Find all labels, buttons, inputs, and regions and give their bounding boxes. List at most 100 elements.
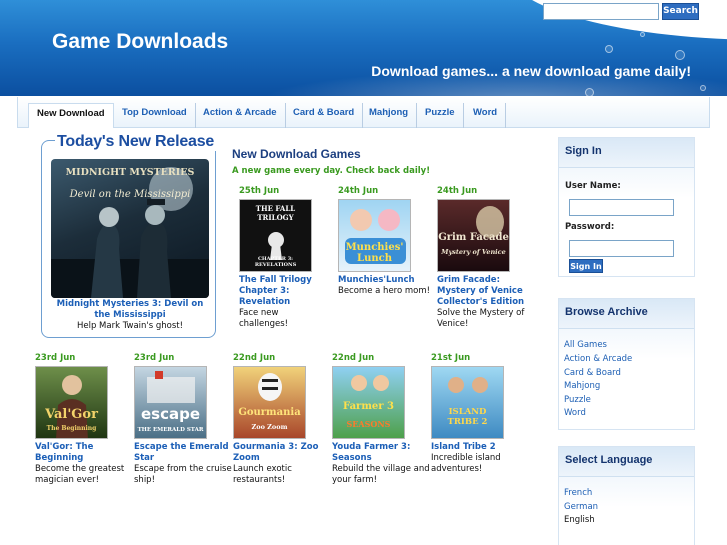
signin-heading: Sign In [559, 138, 694, 168]
tab-action-arcade[interactable]: Action & Arcade [195, 103, 286, 128]
game-description: Become a hero mom! [338, 286, 431, 296]
archive-heading: Browse Archive [559, 299, 694, 329]
language-option-german[interactable]: German [564, 502, 598, 512]
game-date: 22nd Jun [332, 353, 375, 363]
game-title-link[interactable]: Munchies'Lunch [338, 275, 436, 286]
archive-link-all-games[interactable]: All Games [564, 340, 607, 350]
thumb-subtitle: The Beginning [46, 425, 97, 432]
release-title-link[interactable]: Midnight Mysteries 3: Devil on the Missi… [50, 299, 210, 321]
todays-release-heading: Today's New Release [55, 133, 217, 151]
game-date: 22nd Jun [233, 353, 276, 363]
game-thumbnail[interactable]: Grim Facade Mystery of Venice [437, 199, 510, 272]
signin-button[interactable]: Sign In [569, 259, 603, 273]
game-thumbnail[interactable]: Gourmania Zoo Zoom [233, 366, 306, 439]
game-thumbnail[interactable]: THE FALL TRILOGY CHAPTER 3: REVELATIONS [239, 199, 312, 272]
game-card: 21st Jun ISLAND TRIBE 2 Island Tribe 2 I… [431, 353, 529, 475]
game-card: 22nd Jun Gourmania Zoo Zoom Gourmania 3:… [233, 353, 331, 486]
release-logo-subtitle: Devil on the Mississippi [69, 189, 191, 200]
thumb-title: Gourmania [238, 407, 301, 418]
tribe-icon [448, 377, 488, 393]
signin-panel: Sign In User Name: Password: Sign In [558, 137, 695, 277]
game-date: 24th Jun [338, 186, 379, 196]
thumb-subtitle: THE EMERALD STAR [137, 427, 204, 433]
thumb-title: Munchies' Lunch [345, 242, 404, 264]
game-card: 23rd Jun Val'Gor The Beginning Val'Gor: … [35, 353, 133, 486]
tab-new-download[interactable]: New Download [28, 103, 114, 128]
language-option-english: English [564, 515, 595, 525]
thumb-title: Farmer 3 [343, 401, 394, 412]
thumb-subtitle: SEASONS [346, 419, 391, 429]
archive-link-puzzle[interactable]: Puzzle [564, 395, 591, 405]
game-date: 21st Jun [431, 353, 471, 363]
game-thumbnail[interactable]: Val'Gor The Beginning [35, 366, 108, 439]
thumb-subtitle: Mystery of Venice [441, 248, 506, 256]
tab-card-board[interactable]: Card & Board [285, 103, 364, 128]
username-field[interactable] [569, 199, 674, 216]
main-nav: New Download Top Download Action & Arcad… [17, 97, 710, 128]
archive-link-word[interactable]: Word [564, 408, 586, 418]
thumb-title: escape [140, 405, 201, 423]
password-field[interactable] [569, 240, 674, 257]
game-thumbnail[interactable]: Farmer 3 SEASONS [332, 366, 405, 439]
game-description: Rebuild the village and your farm! [332, 464, 430, 485]
archive-link-action-arcade[interactable]: Action & Arcade [564, 354, 632, 364]
thumb-subtitle: CHAPTER 3: REVELATIONS [254, 256, 297, 268]
game-card: 25th Jun THE FALL TRILOGY CHAPTER 3: REV… [239, 186, 319, 330]
username-label: User Name: [565, 181, 621, 191]
language-heading: Select Language [559, 447, 694, 477]
game-thumbnail[interactable]: escape THE EMERALD STAR [134, 366, 207, 439]
archive-panel: Browse Archive All Games Action & Arcade… [558, 298, 695, 430]
thumb-title: ISLAND TRIBE 2 [447, 407, 488, 427]
game-title-link[interactable]: Gourmania 3: Zoo Zoom [233, 442, 331, 464]
language-option-french[interactable]: French [564, 488, 592, 498]
bubble-decoration [605, 45, 613, 53]
game-title-link[interactable]: Escape the Emerald Star [134, 442, 232, 464]
game-description: Solve the Mystery of Venice! [437, 308, 525, 329]
game-thumbnail[interactable]: ISLAND TRIBE 2 [431, 366, 504, 439]
game-description: Face new challenges! [239, 308, 289, 329]
game-card: 22nd Jun Farmer 3 SEASONS Youda Farmer 3… [332, 353, 430, 486]
thumb-title: Grim Facade [438, 232, 509, 243]
game-description: Become the greatest magician ever! [35, 464, 125, 485]
game-description: Launch exotic restaurants! [233, 464, 292, 485]
site-tagline: Download games... a new download game da… [371, 63, 691, 79]
search-button[interactable]: Search [662, 3, 699, 20]
game-title-link[interactable]: Grim Facade: Mystery of Venice Collector… [437, 275, 535, 308]
release-cover-art [51, 167, 209, 298]
section-subtitle: A new game every day. Check back daily! [232, 166, 431, 176]
game-description: Escape from the cruise ship! [134, 464, 232, 485]
thumb-subtitle: Zoo Zoom [251, 423, 288, 431]
tab-top-download[interactable]: Top Download [114, 103, 196, 128]
todays-release-image[interactable]: MIDNIGHT MYSTERIES Devil on the Mississi… [51, 159, 209, 298]
bubble-decoration [585, 88, 594, 96]
release-description: Help Mark Twain's ghost! [76, 321, 184, 331]
game-card: 23rd Jun escape THE EMERALD STAR Escape … [134, 353, 232, 486]
tab-mahjong[interactable]: Mahjong [361, 103, 418, 128]
game-date: 24th Jun [437, 186, 478, 196]
archive-link-mahjong[interactable]: Mahjong [564, 381, 600, 391]
bubble-decoration [700, 85, 706, 91]
search-input[interactable] [543, 3, 659, 20]
game-date: 25th Jun [239, 186, 280, 196]
game-title-link[interactable]: Youda Farmer 3: Seasons [332, 442, 430, 464]
game-title-link[interactable]: Island Tribe 2 [431, 442, 529, 453]
thumb-title: Val'Gor [45, 407, 98, 422]
tab-word[interactable]: Word [465, 103, 507, 128]
release-logo-text: MIDNIGHT MYSTERIES [65, 167, 195, 178]
game-title-link[interactable]: The Fall Trilogy Chapter 3: Revelation [239, 275, 319, 308]
bubble-decoration [640, 32, 645, 37]
game-date: 23rd Jun [134, 353, 175, 363]
game-card: 24th Jun Grim Facade Mystery of Venice G… [437, 186, 535, 330]
game-date: 23rd Jun [35, 353, 76, 363]
tab-puzzle[interactable]: Puzzle [417, 103, 464, 128]
site-title[interactable]: Game Downloads [52, 30, 228, 54]
bubble-decoration [675, 50, 685, 60]
game-title-link[interactable]: Val'Gor: The Beginning [35, 442, 133, 464]
game-description: Incredible island adventures! [431, 453, 501, 474]
game-thumbnail[interactable]: Munchies' Lunch [338, 199, 411, 272]
game-card: 24th Jun Munchies' Lunch Munchies'Lunch … [338, 186, 436, 297]
section-title: New Download Games [232, 147, 361, 161]
archive-link-card-board[interactable]: Card & Board [564, 368, 621, 378]
language-panel: Select Language French German English [558, 446, 695, 545]
password-label: Password: [565, 222, 615, 232]
